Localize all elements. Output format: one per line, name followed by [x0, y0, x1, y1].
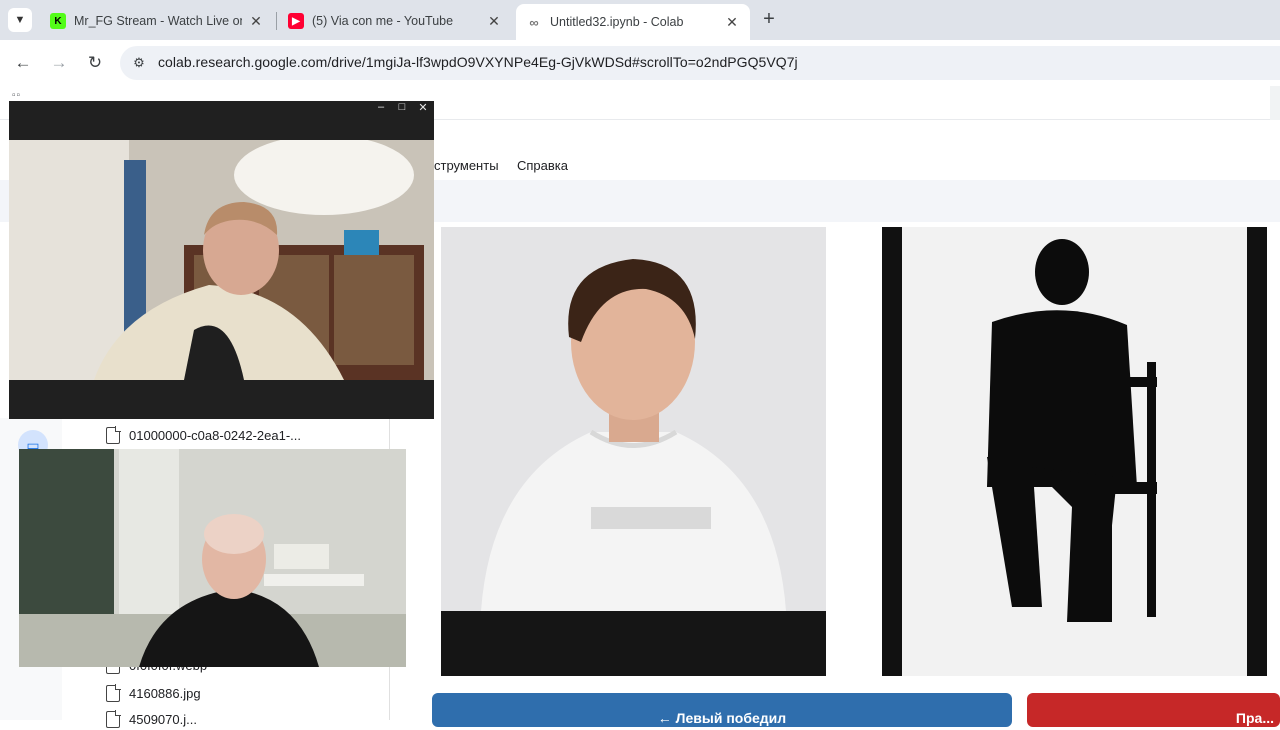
webcam-feed-2: [19, 449, 406, 667]
reload-icon[interactable]: ↻: [83, 51, 107, 75]
close-icon[interactable]: ✕: [724, 14, 740, 31]
tab-separator: [276, 12, 277, 30]
tab-colab[interactable]: ∞ Untitled32.ipynb - Colab ✕: [516, 4, 750, 40]
file-item[interactable]: 4160886.jpg: [106, 682, 201, 704]
menu-tools[interactable]: струменты: [434, 158, 499, 173]
close-icon[interactable]: ✕: [416, 101, 430, 114]
close-icon[interactable]: ✕: [248, 13, 264, 30]
url-text[interactable]: colab.research.google.com/drive/1mgiJa-l…: [158, 54, 798, 70]
new-tab-button[interactable]: +: [758, 9, 780, 31]
back-icon[interactable]: ←: [11, 51, 35, 75]
file-icon: [106, 426, 121, 444]
tab-kick[interactable]: K Mr_FG Stream - Watch Live on Kick ✕: [40, 6, 274, 36]
webcam-feed-1: [9, 140, 434, 380]
site-info-icon[interactable]: ⚙: [128, 52, 150, 74]
file-item[interactable]: 4509070.j...: [106, 708, 197, 730]
maximize-icon[interactable]: □: [395, 101, 409, 113]
right-wins-button[interactable]: Пра...: [1027, 693, 1280, 727]
output-image-right: [882, 227, 1267, 676]
file-icon: [106, 710, 121, 728]
file-icon: [106, 684, 121, 702]
minimize-icon[interactable]: –: [374, 101, 388, 113]
output-image-left: [441, 227, 826, 676]
tab-search-button[interactable]: ▼: [8, 8, 32, 32]
menu-help[interactable]: Справка: [517, 158, 568, 173]
file-item[interactable]: 01000000-c0a8-0242-2ea1-...: [106, 424, 301, 446]
forward-icon[interactable]: →: [47, 51, 71, 75]
youtube-icon: ▶: [288, 13, 304, 29]
tab-youtube[interactable]: ▶ (5) Via con me - YouTube ✕: [278, 6, 512, 36]
left-wins-button[interactable]: ← Левый победил: [432, 693, 1012, 727]
chevron-down-icon: ▼: [14, 14, 26, 26]
close-icon[interactable]: ✕: [486, 13, 502, 30]
colab-icon: ∞: [529, 14, 539, 30]
kick-icon: K: [50, 13, 66, 29]
grid-icon[interactable]: ▫▫: [12, 90, 21, 101]
